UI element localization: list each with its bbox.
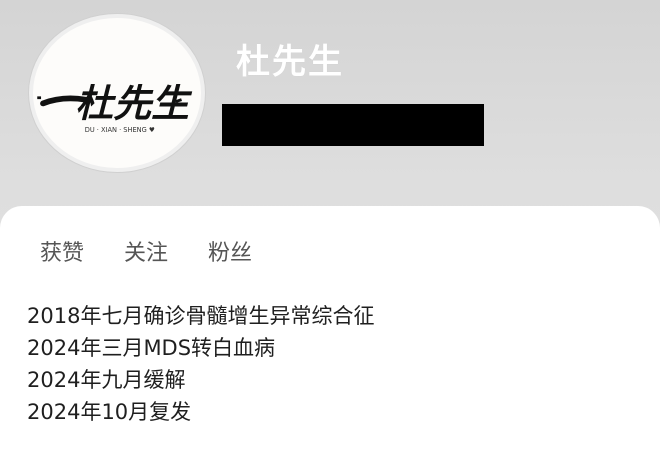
followers-stat[interactable]: 粉丝 [208,235,252,267]
likes-stat[interactable]: 获赞 [40,235,84,267]
avatar-calligraphy-image: 杜先生 DU · XIAN · SHENG ♥ [37,81,193,134]
following-stat[interactable]: 关注 [124,235,168,267]
bio-line: 2024年三月MDS转白血病 [27,336,276,360]
redaction-bar [222,104,484,146]
username: 杜先生 [236,42,344,82]
profile-stats: 获赞 关注 粉丝 [40,235,252,267]
avatar[interactable]: 杜先生 DU · XIAN · SHENG ♥ [29,14,205,172]
profile-bio: 2018年七月确诊骨髓增生异常综合征 2024年三月MDS转白血病 2024年九… [27,300,374,428]
bio-line: 2018年七月确诊骨髓增生异常综合征 [27,304,375,328]
avatar-calligraphy-text: 杜先生 [75,81,193,126]
avatar-subtext: DU · XIAN · SHENG ♥ [85,126,155,134]
bio-line: 2024年10月复发 [27,400,192,424]
bio-line: 2024年九月缓解 [27,368,186,392]
